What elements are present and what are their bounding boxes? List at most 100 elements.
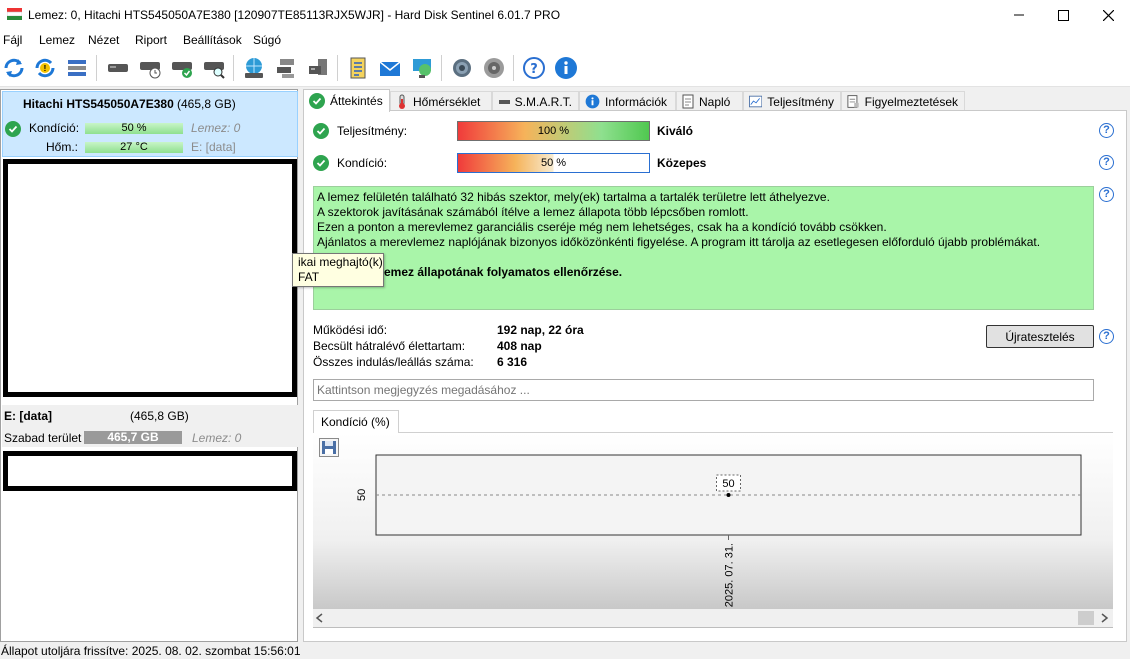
condition-label: Kondíció:	[29, 121, 80, 135]
temperature-label: Hőm.:	[46, 140, 79, 154]
tab-temperature[interactable]: Hőmérséklet	[390, 91, 492, 111]
tab-performance[interactable]: Teljesítmény	[743, 91, 841, 111]
disk-list-icon	[68, 60, 86, 76]
disk-list-button[interactable]	[63, 54, 91, 82]
chevron-right-icon[interactable]	[1099, 613, 1109, 623]
disk-button[interactable]	[104, 54, 132, 82]
volume-size: (465,8 GB)	[130, 409, 189, 423]
performance-label: Teljesítmény:	[337, 124, 408, 138]
check-icon	[313, 155, 329, 171]
help-button[interactable]: ?	[520, 54, 548, 82]
svg-text:?: ?	[530, 62, 538, 77]
start-stop-count-value: 6 316	[497, 355, 528, 369]
minimize-button[interactable]	[996, 0, 1042, 30]
document-icon	[682, 94, 694, 109]
settings-button[interactable]	[448, 54, 476, 82]
disk-size: (465,8 GB)	[177, 97, 236, 111]
tab-overview[interactable]: Áttekintés	[303, 89, 390, 112]
mail-button[interactable]	[376, 54, 404, 82]
refresh-button[interactable]	[0, 54, 28, 82]
condition-bar: 50 %	[85, 123, 183, 134]
condition-rating: Közepes	[657, 156, 707, 170]
disk-transfer-button[interactable]	[304, 54, 332, 82]
y-tick-label: 50	[356, 489, 368, 501]
check-icon	[309, 93, 325, 109]
horizontal-scrollbar[interactable]	[313, 609, 1113, 627]
settings-icon	[453, 59, 471, 77]
menu-settings[interactable]: Beállítások	[183, 33, 242, 47]
menu-report[interactable]: Riport	[135, 33, 167, 47]
server-disk-button[interactable]	[272, 54, 300, 82]
disk-card[interactable]: Hitachi HTS545050A7E380 (465,8 GB) Kondí…	[2, 91, 298, 157]
performance-rating: Kiváló	[657, 124, 694, 138]
condition-bar: 50 %	[457, 153, 650, 173]
close-icon	[1102, 9, 1114, 21]
menu-file[interactable]: Fájl	[3, 33, 22, 47]
help-icon[interactable]: ?	[1099, 329, 1114, 344]
disk-name: Hitachi HTS545050A7E380	[23, 97, 174, 111]
svg-text:!: !	[44, 64, 47, 73]
network-globe-button[interactable]	[408, 54, 436, 82]
disk-icon	[108, 64, 128, 72]
disk-check-icon	[172, 62, 192, 78]
status-message: A lemez felületén található 32 hibás sze…	[313, 186, 1094, 310]
help-icon[interactable]: ?	[1099, 187, 1114, 202]
help-icon: ?	[523, 57, 545, 79]
info-icon	[555, 57, 577, 79]
check-icon	[313, 123, 329, 139]
disk-check-button[interactable]	[168, 54, 196, 82]
window-title: Lemez: 0, Hitachi HTS545050A7E380 [12090…	[28, 8, 561, 22]
disk-search-button[interactable]	[200, 54, 228, 82]
disk-schedule-button[interactable]	[136, 54, 164, 82]
menu-disk[interactable]: Lemez	[39, 33, 75, 47]
tooltip-line: FAT	[298, 270, 320, 284]
disk-search-icon	[204, 62, 225, 79]
remaining-lifetime-value: 408 nap	[497, 339, 542, 353]
minimize-icon	[1014, 14, 1024, 16]
tab-condition-chart[interactable]: Kondíció (%)	[313, 410, 399, 433]
alert-doc-icon	[847, 95, 859, 108]
chevron-left-icon[interactable]	[315, 613, 325, 623]
disk-list-panel: Hitachi HTS545050A7E380 (465,8 GB) Kondí…	[0, 89, 298, 642]
volume-drive-note: Lemez: 0	[192, 431, 242, 445]
free-space-bar: 465,7 GB	[84, 431, 182, 444]
info-icon	[585, 94, 600, 109]
report-icon	[350, 57, 366, 79]
thermometer-icon	[399, 94, 405, 109]
tooltip: ikai meghajtó(k) FAT	[292, 253, 384, 287]
maximize-button[interactable]	[1040, 0, 1086, 30]
app-icon	[7, 8, 22, 20]
report-button[interactable]	[344, 54, 372, 82]
refresh-warning-icon: !	[35, 58, 55, 78]
retest-button[interactable]: Újratesztelés	[986, 325, 1094, 348]
info-button[interactable]	[552, 54, 580, 82]
redacted-region	[3, 159, 297, 397]
help-icon[interactable]: ?	[1099, 155, 1114, 170]
menu-bar: Fájl Lemez Nézet Riport Beállítások Súgó	[0, 30, 1130, 50]
close-button[interactable]	[1085, 0, 1130, 30]
remaining-lifetime-label: Becsült hátralévő élettartam:	[313, 339, 466, 353]
refresh-warning-button[interactable]: !	[31, 54, 59, 82]
performance-bar: 100 %	[457, 121, 650, 141]
tab-alerts[interactable]: Figyelmeztetések	[841, 91, 965, 111]
condition-chart: 50 50 2025. 07. 31.	[313, 432, 1113, 628]
scrollbar-thumb[interactable]	[1078, 611, 1094, 625]
network-disk-button[interactable]	[240, 54, 268, 82]
tab-log[interactable]: Napló	[676, 91, 743, 111]
help-icon[interactable]: ?	[1099, 123, 1114, 138]
disk-transfer-icon	[309, 59, 327, 75]
tab-smart[interactable]: S.M.A.R.T.	[492, 91, 579, 111]
message-line: A lemez felületén található 32 hibás sze…	[317, 190, 830, 204]
disk-clock-icon	[140, 62, 161, 79]
tab-information[interactable]: Információk	[579, 91, 676, 111]
uptime-label: Működési idő:	[313, 323, 388, 337]
volume-card[interactable]: E: [data] (465,8 GB) Szabad terület 465,…	[2, 405, 298, 447]
sound-button[interactable]	[480, 54, 508, 82]
condition-drive-note: Lemez: 0	[191, 121, 241, 135]
note-input[interactable]	[313, 379, 1094, 401]
network-disk-icon	[245, 58, 263, 78]
menu-view[interactable]: Nézet	[88, 33, 119, 47]
maximize-icon	[1057, 9, 1069, 21]
condition-label: Kondíció:	[337, 156, 388, 170]
menu-help[interactable]: Súgó	[253, 33, 281, 47]
